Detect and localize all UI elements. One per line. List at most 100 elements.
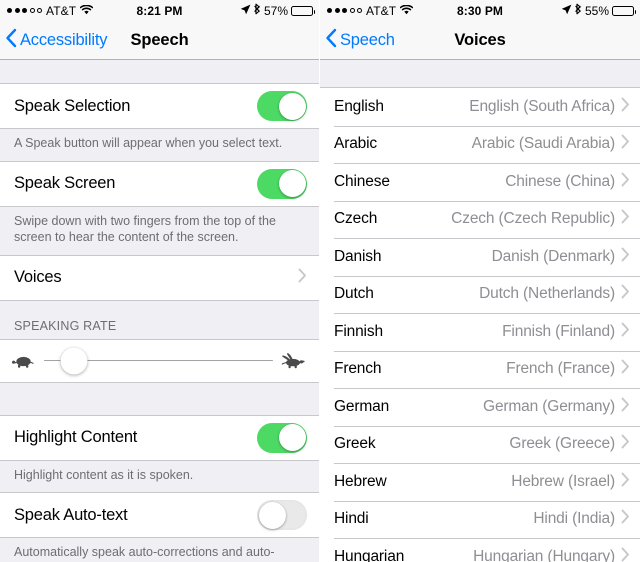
- highlight-content-group: Highlight Content: [0, 414, 319, 461]
- chevron-right-icon: [621, 547, 630, 562]
- chevron-right-icon: [621, 472, 630, 492]
- voice-row[interactable]: Hindi Hindi (India): [320, 500, 640, 538]
- wifi-icon: [79, 4, 94, 18]
- battery-percent-label: 57%: [263, 3, 288, 18]
- status-bar-left: AT&T 8:21 PM 57%: [0, 0, 319, 21]
- voice-selected-value: Czech (Czech Republic): [451, 210, 615, 228]
- voices-group: Voices: [0, 254, 319, 301]
- voice-selected-value: Greek (Greece): [509, 435, 615, 453]
- voice-language-label: French: [334, 360, 382, 378]
- voice-row[interactable]: Czech Czech (Czech Republic): [320, 200, 640, 238]
- speaking-rate-header: SPEAKING RATE: [0, 300, 319, 339]
- speech-settings-list: Speak Selection A Speak button will appe…: [0, 60, 319, 562]
- navigation-bar-left: Accessibility Speech: [0, 21, 319, 60]
- voice-language-label: Czech: [334, 210, 378, 228]
- voice-language-label: English: [334, 97, 384, 115]
- back-button-accessibility[interactable]: Accessibility: [0, 28, 107, 53]
- row-voices[interactable]: Voices: [0, 255, 319, 300]
- voice-row[interactable]: Arabic Arabic (Saudi Arabia): [320, 125, 640, 163]
- voice-row[interactable]: Finnish Finnish (Finland): [320, 313, 640, 351]
- voice-language-label: Chinese: [334, 172, 390, 190]
- voice-selected-value: German (Germany): [483, 397, 615, 415]
- status-bar-right-group-right: 55%: [561, 3, 636, 18]
- row-highlight-content[interactable]: Highlight Content: [0, 415, 319, 460]
- voice-selected-value: French (France): [506, 360, 615, 378]
- chevron-right-icon: [621, 284, 630, 304]
- voice-language-label: Hindi: [334, 510, 369, 528]
- speak-autotext-group: Speak Auto-text: [0, 492, 319, 538]
- hare-icon: [281, 352, 307, 369]
- voice-selected-value: Dutch (Netherlands): [479, 285, 615, 303]
- bluetooth-icon: [575, 3, 582, 18]
- speaking-rate-slider-row[interactable]: [0, 338, 319, 383]
- row-speak-selection[interactable]: Speak Selection: [0, 84, 319, 128]
- speak-autotext-label: Speak Auto-text: [14, 505, 128, 524]
- tortoise-icon: [10, 353, 36, 369]
- speak-screen-label: Speak Screen: [14, 174, 116, 192]
- row-speak-screen[interactable]: Speak Screen: [0, 161, 319, 206]
- chevron-right-icon: [621, 97, 630, 117]
- voices-list: English English (South Africa) Arabic Arabi…: [320, 87, 640, 562]
- carrier-label: AT&T: [366, 3, 397, 18]
- status-bar-right: AT&T 8:30 PM 55%: [320, 0, 640, 21]
- location-arrow-icon: [561, 4, 572, 18]
- speak-selection-footer: A Speak button will appear when you sele…: [0, 129, 319, 161]
- voice-row[interactable]: Chinese Chinese (China): [320, 163, 640, 201]
- battery-icon: [612, 5, 636, 16]
- voice-language-label: Dutch: [334, 285, 374, 303]
- voice-row[interactable]: German German (Germany): [320, 388, 640, 426]
- voice-row[interactable]: Danish Danish (Denmark): [320, 238, 640, 276]
- voice-row[interactable]: Greek Greek (Greece): [320, 425, 640, 463]
- top-gap: [0, 60, 319, 83]
- mid-gap: [0, 382, 319, 415]
- cellular-signal-icon: [327, 8, 362, 13]
- speak-screen-group: Speak Screen: [0, 160, 319, 207]
- status-bar-left-group-right: AT&T: [327, 3, 414, 18]
- chevron-right-icon: [621, 247, 630, 267]
- speak-autotext-toggle[interactable]: [257, 500, 307, 530]
- back-button-speech[interactable]: Speech: [320, 28, 395, 53]
- battery-icon: [291, 5, 315, 16]
- voice-selected-value: Hebrew (Israel): [511, 472, 615, 490]
- back-button-label: Speech: [340, 30, 395, 49]
- status-bar-left-group: AT&T: [7, 3, 94, 18]
- voice-selected-value: Chinese (China): [505, 172, 615, 190]
- voice-row[interactable]: French French (France): [320, 350, 640, 388]
- highlight-content-toggle[interactable]: [257, 422, 307, 453]
- chevron-right-icon: [621, 322, 630, 342]
- chevron-right-icon: [298, 268, 307, 288]
- bluetooth-icon: [254, 3, 261, 18]
- speak-autotext-footer: Automatically speak auto-corrections and…: [0, 538, 319, 562]
- speak-screen-toggle[interactable]: [257, 168, 307, 199]
- voice-language-label: Arabic: [334, 135, 378, 153]
- carrier-label: AT&T: [46, 3, 77, 18]
- chevron-left-icon: [5, 28, 17, 53]
- chevron-right-icon: [621, 509, 630, 529]
- voice-language-label: German: [334, 397, 390, 415]
- speak-screen-footer: Swipe down with two fingers from the top…: [0, 206, 319, 255]
- speaking-rate-track[interactable]: [44, 346, 273, 376]
- voice-row[interactable]: Hungarian Hungarian (Hungary): [320, 538, 640, 562]
- navigation-bar-right: Speech Voices: [320, 21, 640, 60]
- row-speak-autotext[interactable]: Speak Auto-text: [0, 493, 319, 537]
- battery-percent-label: 55%: [584, 3, 609, 18]
- voice-row[interactable]: English English (South Africa): [320, 88, 640, 126]
- voice-language-label: Greek: [334, 435, 376, 453]
- speak-selection-toggle[interactable]: [257, 91, 307, 121]
- highlight-content-label: Highlight Content: [14, 428, 138, 446]
- voice-row[interactable]: Hebrew Hebrew (Israel): [320, 463, 640, 501]
- chevron-right-icon: [621, 434, 630, 454]
- speaking-rate-thumb[interactable]: [60, 347, 88, 374]
- highlight-content-footer: Highlight content as it is spoken.: [0, 460, 319, 492]
- cellular-signal-icon: [7, 8, 42, 13]
- speak-selection-group: Speak Selection: [0, 83, 319, 129]
- voice-row[interactable]: Dutch Dutch (Netherlands): [320, 275, 640, 313]
- chevron-right-icon: [621, 359, 630, 379]
- voice-language-label: Finnish: [334, 322, 383, 340]
- speech-settings-screen: AT&T 8:21 PM 57% Accessibility Speech Sp…: [0, 0, 320, 562]
- chevron-right-icon: [621, 397, 630, 417]
- chevron-right-icon: [621, 172, 630, 192]
- voice-selected-value: Hungarian (Hungary): [473, 547, 615, 562]
- chevron-right-icon: [621, 209, 630, 229]
- dual-screenshot-container: AT&T 8:21 PM 57% Accessibility Speech Sp…: [0, 0, 640, 562]
